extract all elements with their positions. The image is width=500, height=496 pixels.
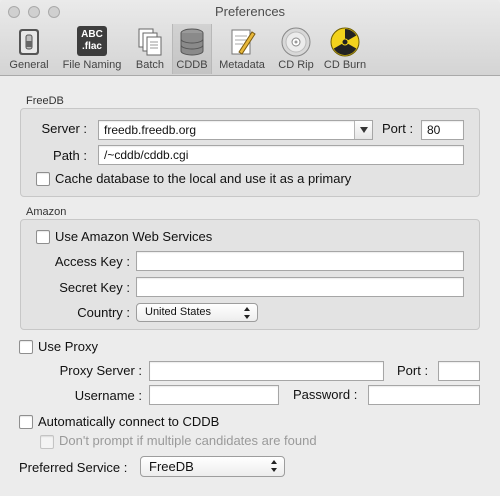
path-label: Path : bbox=[53, 148, 87, 163]
secret-key-label: Secret Key : bbox=[59, 280, 130, 295]
use-proxy-label: Use Proxy bbox=[38, 339, 98, 354]
country-label: Country : bbox=[77, 305, 130, 320]
cache-database-label: Cache database to the local and use it a… bbox=[55, 171, 352, 186]
amazon-section-label: Amazon bbox=[26, 206, 67, 218]
toolbar-item-general[interactable]: General bbox=[4, 24, 54, 74]
username-label: Username : bbox=[74, 388, 142, 403]
toolbar-label-cddb: CDDB bbox=[176, 59, 208, 71]
server-label: Server : bbox=[41, 121, 87, 136]
toolbar-label-cd-rip: CD Rip bbox=[278, 59, 314, 71]
port-label: Port : bbox=[382, 121, 414, 136]
amazon-group: Use Amazon Web Services Access Key : Sec… bbox=[20, 219, 480, 330]
username-field[interactable] bbox=[149, 385, 279, 405]
cache-database-checkbox[interactable] bbox=[36, 172, 50, 186]
preferred-service-label: Preferred Service : bbox=[19, 460, 128, 475]
batch-documents-icon bbox=[138, 28, 162, 56]
proxy-server-field[interactable] bbox=[149, 361, 384, 381]
auto-connect-label: Automatically connect to CDDB bbox=[38, 414, 220, 429]
toolbar-item-cd-burn[interactable]: CD Burn bbox=[320, 24, 370, 74]
toolbar-label-cd-burn: CD Burn bbox=[323, 59, 367, 71]
toolbar-label-file-naming: File Naming bbox=[62, 59, 122, 71]
server-value: freedb.freedb.org bbox=[104, 123, 197, 137]
updown-arrows-icon bbox=[244, 307, 251, 319]
use-proxy-checkbox[interactable] bbox=[19, 340, 33, 354]
preferred-service-value: FreeDB bbox=[149, 459, 194, 474]
toolbar-item-cddb[interactable]: CDDB bbox=[172, 24, 212, 74]
access-key-label: Access Key : bbox=[54, 254, 130, 269]
proxy-server-label: Proxy Server : bbox=[59, 363, 142, 378]
toolbar-item-batch[interactable]: Batch bbox=[130, 24, 170, 74]
toolbar-label-metadata: Metadata bbox=[219, 59, 265, 71]
country-popup[interactable]: United States bbox=[136, 303, 258, 322]
updown-arrows-icon bbox=[271, 460, 278, 472]
use-amazon-checkbox[interactable] bbox=[36, 230, 50, 244]
cd-disc-icon bbox=[281, 27, 311, 57]
proxy-port-field[interactable] bbox=[438, 361, 480, 381]
toolbar-item-cd-rip[interactable]: CD Rip bbox=[274, 24, 318, 74]
dont-prompt-checkbox[interactable] bbox=[40, 435, 54, 449]
general-switch-icon bbox=[19, 29, 39, 55]
password-field[interactable] bbox=[368, 385, 480, 405]
freedb-group: Server : freedb.freedb.org Port : 80 Pat… bbox=[20, 108, 480, 197]
radiation-icon bbox=[330, 27, 360, 57]
freedb-section-label: FreeDB bbox=[26, 95, 64, 107]
password-label: Password : bbox=[293, 387, 358, 402]
abc-flac-icon: ABC .flac bbox=[77, 26, 107, 56]
preferences-window: Preferences General ABC .flac File Namin… bbox=[0, 0, 500, 496]
icon-text-flac: .flac bbox=[81, 41, 102, 52]
port-field[interactable]: 80 bbox=[421, 120, 464, 140]
use-amazon-label: Use Amazon Web Services bbox=[55, 229, 213, 244]
secret-key-field[interactable] bbox=[136, 277, 464, 297]
path-field[interactable]: /~cddb/cddb.cgi bbox=[98, 145, 464, 165]
proxy-port-label: Port : bbox=[397, 363, 429, 378]
country-value: United States bbox=[145, 306, 212, 318]
server-combobox[interactable]: freedb.freedb.org bbox=[98, 120, 373, 140]
preferred-service-popup[interactable]: FreeDB bbox=[140, 456, 285, 477]
pencil-document-icon bbox=[231, 29, 256, 55]
auto-connect-checkbox[interactable] bbox=[19, 415, 33, 429]
window-title: Preferences bbox=[214, 4, 286, 19]
dont-prompt-label: Don't prompt if multiple candidates are … bbox=[59, 433, 317, 448]
toolbar-label-general: General bbox=[9, 59, 49, 71]
chevron-down-icon[interactable] bbox=[354, 121, 372, 139]
toolbar-item-metadata[interactable]: Metadata bbox=[214, 24, 270, 74]
access-key-field[interactable] bbox=[136, 251, 464, 271]
toolbar: Preferences General ABC .flac File Namin… bbox=[0, 0, 500, 76]
toolbar-label-batch: Batch bbox=[135, 59, 165, 71]
icon-text-abc: ABC bbox=[81, 29, 103, 40]
database-icon bbox=[180, 28, 204, 56]
toolbar-item-file-naming[interactable]: ABC .flac File Naming bbox=[58, 24, 126, 74]
